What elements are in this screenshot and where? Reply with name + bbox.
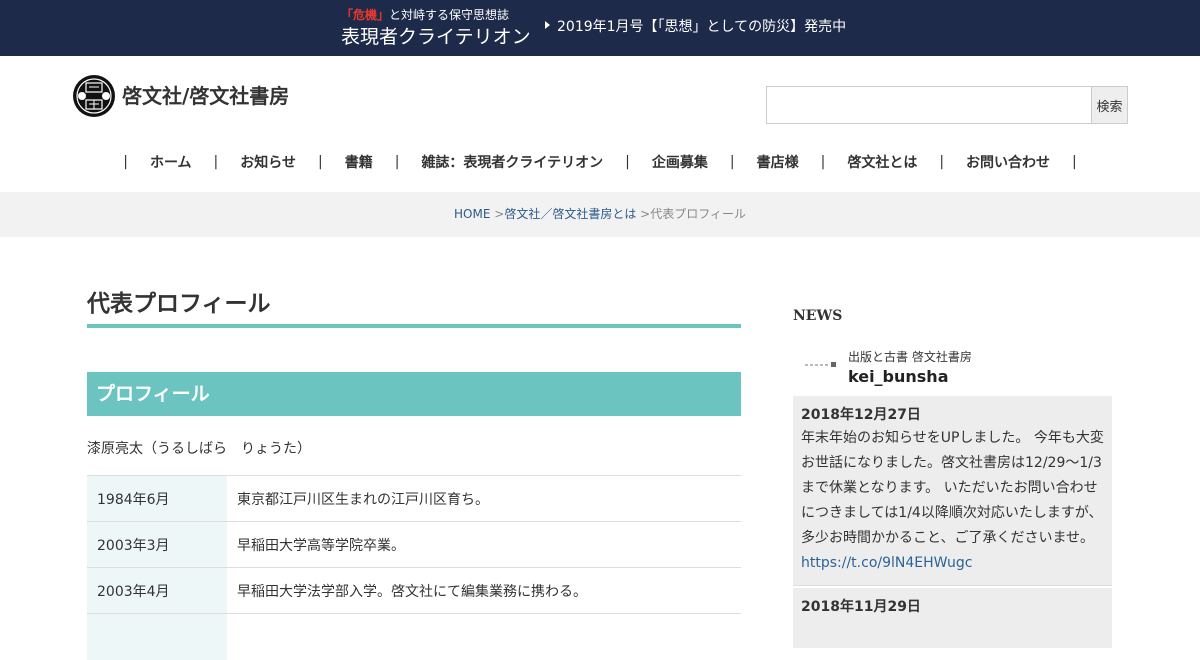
breadcrumb-sep: >	[636, 207, 651, 221]
promo-link[interactable]: 2019年1月号【「思想」としての防災】発売中	[545, 17, 846, 37]
top-banner: 「危機」と対峙する保守思想誌 表現者クライテリオン 2019年1月号【「思想」と…	[0, 0, 1200, 56]
tweet-date[interactable]: 2018年11月29日	[801, 598, 1104, 616]
triangle-right-icon	[545, 21, 550, 29]
breadcrumb-home[interactable]: HOME	[454, 207, 490, 221]
search-form: 検索	[766, 86, 1128, 124]
tweet[interactable]: 2018年11月29日	[793, 588, 1112, 648]
main-nav: | ホーム | お知らせ | 書籍 | 雑誌：表現者クライテリオン | 企画募集 | 書店様 | 啓文社と…	[0, 148, 1200, 176]
breadcrumb-sep: >	[490, 207, 505, 221]
table-row: 1984年6月 東京都江戸川区生まれの江戸川区育ち。	[87, 475, 741, 522]
feed-account[interactable]: 出版と古書 啓文社書房 kei_bunsha	[793, 340, 1112, 396]
breadcrumb: HOME >啓文社／啓文社書房とは >代表プロフィール	[0, 192, 1200, 237]
nav-separator: |	[729, 154, 735, 170]
tweet-text: 年末年始のお知らせをUPしました。 今年も大変お世話になりました。啓文社書房は1…	[801, 430, 1104, 546]
tweet-body: 年末年始のお知らせをUPしました。 今年も大変お世話になりました。啓文社書房は1…	[801, 426, 1104, 576]
nav-item-about[interactable]: 啓文社とは	[847, 152, 917, 172]
nav-separator: |	[123, 154, 128, 170]
nav-separator: |	[318, 154, 323, 170]
row-date	[87, 613, 227, 660]
nav-item-magazine[interactable]: 雑誌：表現者クライテリオン	[421, 152, 603, 172]
tweet-date[interactable]: 2018年12月27日	[801, 406, 1104, 424]
magazine-tagline: 「危機」と対峙する保守思想誌	[341, 6, 531, 24]
profile-name: 漆原亮太（うるしばら りょうた）	[87, 441, 311, 457]
section-heading: プロフィール	[87, 372, 741, 416]
account-avatar	[805, 362, 836, 367]
breadcrumb-current: 代表プロフィール	[650, 207, 746, 221]
twitter-feed[interactable]: 出版と古書 啓文社書房 kei_bunsha 2018年12月27日 年末年始の…	[793, 340, 1112, 648]
row-desc: 東京都江戸川区生まれの江戸川区育ち。	[227, 475, 741, 522]
promo-text: 2019年1月号【「思想」としての防災】発売中	[557, 19, 847, 35]
nav-item-news[interactable]: お知らせ	[240, 152, 296, 172]
search-button[interactable]: 検索	[1091, 87, 1127, 123]
tagline-text: と対峙する保守思想誌	[389, 8, 510, 22]
nav-item-proposals[interactable]: 企画募集	[652, 152, 708, 172]
nav-item-books[interactable]: 書籍	[345, 152, 373, 172]
nav-item-contact[interactable]: お問い合わせ	[966, 152, 1050, 172]
nav-separator: |	[394, 154, 400, 170]
search-input[interactable]	[767, 87, 1091, 123]
row-date: 2003年3月	[87, 521, 227, 568]
row-desc: 早稲田大学法学部入学。啓文社にて編集業務に携わる。	[227, 567, 741, 614]
row-date: 2003年4月	[87, 567, 227, 614]
news-heading: NEWS	[793, 308, 843, 324]
nav-separator: |	[939, 154, 945, 170]
magazine-banner-link[interactable]: 「危機」と対峙する保守思想誌 表現者クライテリオン	[341, 6, 531, 49]
tweet-link[interactable]: https://t.co/9lN4EHWugc	[801, 555, 972, 571]
magazine-name: 表現者クライテリオン	[341, 26, 531, 48]
profile-table: 1984年6月 東京都江戸川区生まれの江戸川区育ち。 2003年3月 早稲田大学…	[87, 475, 741, 660]
account-handle[interactable]: kei_bunsha	[848, 367, 949, 386]
site-logo[interactable]	[72, 74, 116, 118]
page-title: 代表プロフィール	[87, 288, 741, 328]
nav-separator: |	[213, 154, 219, 170]
nav-separator: |	[1072, 154, 1077, 170]
nav-item-home[interactable]: ホーム	[150, 152, 192, 172]
crisis-highlight: 「危機」	[341, 8, 390, 22]
breadcrumb-parent[interactable]: 啓文社／啓文社書房とは	[504, 207, 636, 221]
account-subtitle: 出版と古書 啓文社書房	[848, 350, 972, 364]
table-row: 2003年4月 早稲田大学法学部入学。啓文社にて編集業務に携わる。	[87, 567, 741, 614]
nav-separator: |	[820, 154, 826, 170]
row-date: 1984年6月	[87, 475, 227, 522]
nav-separator: |	[625, 154, 630, 170]
table-row	[87, 613, 741, 660]
table-row: 2003年3月 早稲田大学高等学院卒業。	[87, 521, 741, 568]
row-desc: 早稲田大学高等学院卒業。	[227, 521, 741, 568]
row-desc	[227, 613, 741, 660]
tweet[interactable]: 2018年12月27日 年末年始のお知らせをUPしました。 今年も大変お世話にな…	[793, 396, 1112, 586]
site-name[interactable]: 啓文社/啓文社書房	[122, 82, 289, 110]
nav-item-bookstores[interactable]: 書店様	[757, 152, 799, 172]
